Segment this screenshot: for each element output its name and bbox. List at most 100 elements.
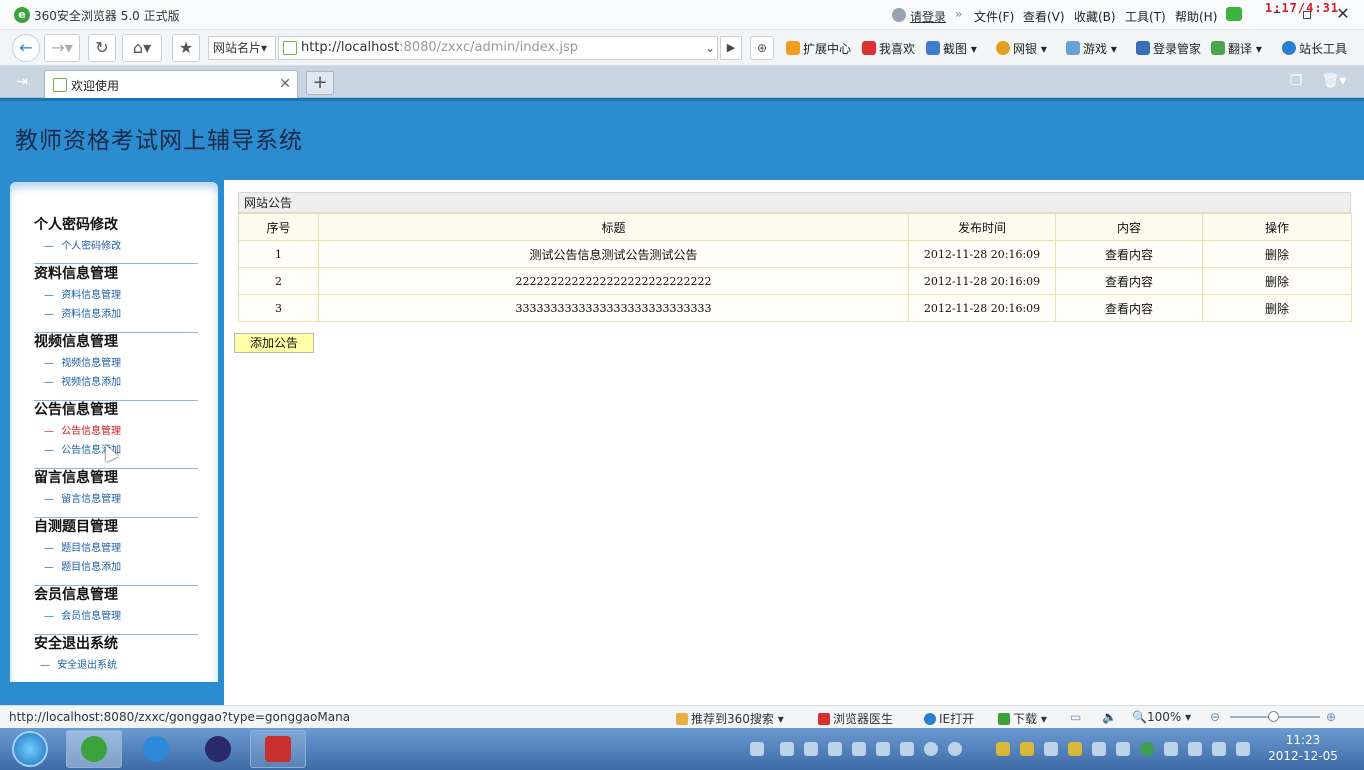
- notices-panel: 网站公告 序号 标题 发布时间 内容 操作 1 测试公告信息测试公告测试公告 2…: [238, 192, 1352, 322]
- sidebar-link-messages-manage[interactable]: 留言信息管理: [44, 493, 198, 506]
- sidebar-link-quiz-add[interactable]: 题目信息添加: [44, 561, 198, 574]
- tray-icon[interactable]: [1140, 742, 1154, 756]
- menu-view[interactable]: 查看(V): [1023, 8, 1065, 25]
- taskbar-ie[interactable]: [128, 730, 184, 768]
- sidebar-link-logout[interactable]: 安全退出系统: [40, 659, 194, 672]
- sidebar-link-notices-add[interactable]: 公告信息添加: [44, 444, 198, 457]
- tray-icon[interactable]: [852, 742, 866, 756]
- speaker-icon[interactable]: 🔈: [1102, 710, 1117, 724]
- qq-icon[interactable]: [1068, 742, 1082, 756]
- tool-label: 扩展中心: [803, 42, 852, 56]
- table-row: 1 测试公告信息测试公告测试公告 2012-11-28 20:16:09 查看内…: [238, 240, 1352, 268]
- tray-icon[interactable]: [1044, 742, 1058, 756]
- delete-link[interactable]: 删除: [1202, 240, 1352, 268]
- tray-icon[interactable]: [804, 742, 818, 756]
- close-window-button[interactable]: ✕: [1332, 4, 1354, 24]
- group-title: 公告信息管理: [34, 402, 118, 418]
- menu-favorites[interactable]: 收藏(B): [1074, 8, 1116, 25]
- tray-icon[interactable]: [1092, 742, 1106, 756]
- window-icon[interactable]: ▭: [1070, 710, 1081, 724]
- tray-icon[interactable]: [876, 742, 890, 756]
- network-icon[interactable]: [1236, 742, 1250, 756]
- menu-tools[interactable]: 工具(T): [1125, 8, 1166, 25]
- back-button[interactable]: ←: [12, 34, 40, 62]
- sidebar-group-materials: 资料信息管理 资料信息管理 资料信息添加: [34, 265, 198, 333]
- tray-icon[interactable]: [828, 742, 842, 756]
- qq-icon[interactable]: [996, 742, 1010, 756]
- status-browser-doctor[interactable]: 浏览器医生: [818, 710, 893, 727]
- refresh-button[interactable]: ↻: [88, 34, 116, 62]
- sidebar-link-change-password[interactable]: 个人密码修改: [44, 240, 198, 253]
- sidebar-link-videos-add[interactable]: 视频信息添加: [44, 376, 198, 389]
- table-header-row: 序号 标题 发布时间 内容 操作: [238, 213, 1352, 241]
- taskbar-360-browser[interactable]: [66, 730, 122, 768]
- tray-icon[interactable]: [900, 742, 914, 756]
- qq-icon[interactable]: [1020, 742, 1034, 756]
- trash-icon[interactable]: 🗑▾: [1318, 73, 1350, 91]
- view-content-link[interactable]: 查看内容: [1055, 294, 1203, 322]
- new-tab-button[interactable]: +: [306, 71, 334, 95]
- shield-icon[interactable]: [1116, 742, 1130, 756]
- sidebar-toggle-icon[interactable]: ⇥: [10, 72, 34, 92]
- taskbar-eclipse[interactable]: [190, 730, 246, 768]
- add-notice-button[interactable]: 添加公告: [234, 333, 314, 353]
- status-recommend-360[interactable]: 推荐到360搜索 ▾: [676, 710, 784, 727]
- delete-link[interactable]: 删除: [1202, 294, 1352, 322]
- favorite-star-button[interactable]: ★: [172, 34, 200, 62]
- tool-screenshot[interactable]: 截图 ▾: [926, 40, 977, 57]
- menu-help[interactable]: 帮助(H): [1175, 8, 1217, 25]
- cell-time: 2012-11-28 20:16:09: [908, 240, 1056, 268]
- key-icon: [1136, 41, 1150, 55]
- tool-login-manager[interactable]: 登录管家: [1136, 40, 1201, 57]
- taskbar-toolbox[interactable]: [250, 730, 306, 768]
- site-card-dropdown[interactable]: 网站名片▾: [208, 36, 276, 60]
- delete-link[interactable]: 删除: [1202, 267, 1352, 295]
- tray-icon[interactable]: [924, 742, 938, 756]
- forward-button[interactable]: →▾: [44, 34, 80, 62]
- close-icon[interactable]: ✕: [279, 76, 291, 92]
- minimize-button[interactable]: –: [1266, 2, 1288, 22]
- tool-extensions[interactable]: 扩展中心: [786, 40, 851, 57]
- skin-icon[interactable]: [1226, 7, 1242, 21]
- address-bar[interactable]: http://localhost:8080/zxxc/admin/index.j…: [278, 36, 718, 60]
- flag-icon[interactable]: [1164, 742, 1178, 756]
- restore-tabs-icon[interactable]: ❐: [1286, 73, 1306, 91]
- go-button[interactable]: ▶: [720, 36, 742, 60]
- zoom-control[interactable]: 🔍100% ▾: [1132, 710, 1191, 724]
- browser-logo-icon: e: [14, 7, 30, 23]
- tab-welcome[interactable]: 欢迎使用 ✕: [44, 70, 298, 98]
- zoom-slider-handle[interactable]: [1268, 711, 1279, 722]
- browser-toolbar: ← →▾ ↻ ⌂▾ ★ 网站名片▾ http://localhost:8080/…: [0, 30, 1364, 66]
- view-content-link[interactable]: 查看内容: [1055, 240, 1203, 268]
- chevron-down-icon[interactable]: ⌄: [705, 37, 715, 59]
- keyboard-icon[interactable]: [750, 742, 764, 756]
- zoom-out-icon[interactable]: ⊖: [1210, 710, 1220, 724]
- tray-icon[interactable]: [948, 742, 962, 756]
- tool-like[interactable]: 我喜欢: [862, 40, 915, 57]
- sidebar-link-materials-add[interactable]: 资料信息添加: [44, 308, 198, 321]
- status-ie-open[interactable]: IE打开: [924, 710, 974, 727]
- sidebar-link-quiz-manage[interactable]: 题目信息管理: [44, 542, 198, 555]
- tray-icon[interactable]: [780, 742, 794, 756]
- sidebar-link-members-manage[interactable]: 会员信息管理: [44, 610, 198, 623]
- start-button[interactable]: [12, 731, 48, 767]
- sidebar-link-videos-manage[interactable]: 视频信息管理: [44, 357, 198, 370]
- tool-webmaster[interactable]: 站长工具: [1282, 40, 1347, 57]
- menu-file[interactable]: 文件(F): [974, 8, 1014, 25]
- sidebar-link-notices-manage[interactable]: 公告信息管理: [44, 425, 198, 438]
- speaker-icon[interactable]: [1212, 742, 1226, 756]
- tool-games[interactable]: 游戏 ▾: [1066, 40, 1117, 57]
- status-download[interactable]: 下载 ▾: [998, 710, 1047, 727]
- tray-icon[interactable]: [1188, 742, 1202, 756]
- tool-bank[interactable]: 网银 ▾: [996, 40, 1047, 57]
- taskbar-clock[interactable]: 11:23 2012-12-05: [1262, 732, 1344, 764]
- sidebar-link-materials-manage[interactable]: 资料信息管理: [44, 289, 198, 302]
- view-content-link[interactable]: 查看内容: [1055, 267, 1203, 295]
- login-link[interactable]: 请登录: [910, 8, 946, 25]
- shield-icon[interactable]: ⊕: [750, 36, 774, 60]
- maximize-button[interactable]: ▫: [1296, 4, 1318, 24]
- tool-translate[interactable]: 翻译 ▾: [1211, 40, 1262, 57]
- zoom-in-icon[interactable]: ⊕: [1326, 710, 1336, 724]
- home-button[interactable]: ⌂▾: [122, 34, 162, 62]
- sidebar-group-quiz: 自测题目管理 题目信息管理 题目信息添加: [34, 518, 198, 586]
